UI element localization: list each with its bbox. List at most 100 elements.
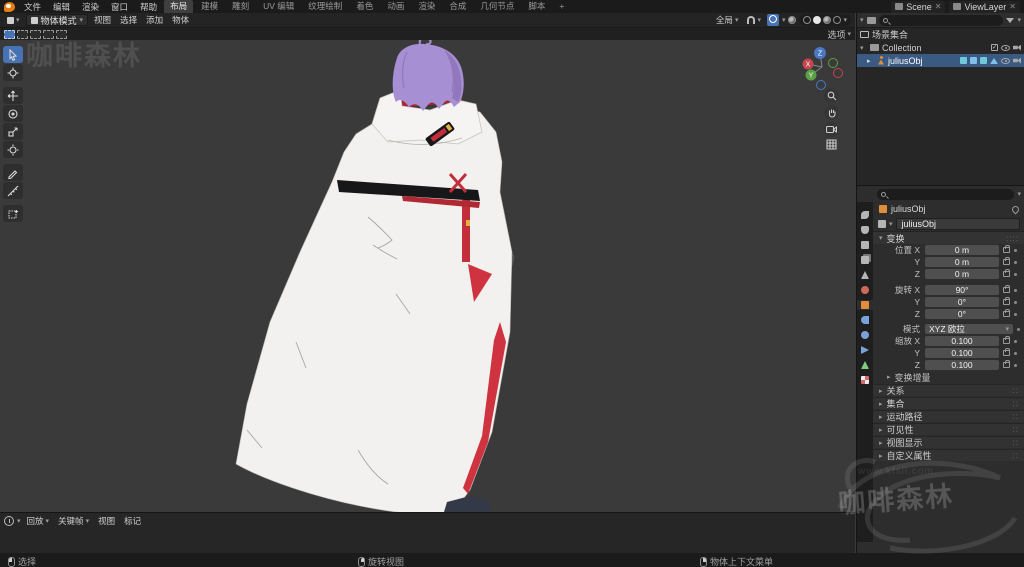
delta-transform-subpanel[interactable]: ▸ 变换增量 <box>873 371 1024 383</box>
collection-eye-icon[interactable] <box>1001 44 1010 51</box>
blender-logo-icon[interactable] <box>4 1 15 12</box>
tab-world-icon[interactable] <box>860 285 870 295</box>
menu-help[interactable]: 帮助 <box>135 1 162 13</box>
scene-unlink-icon[interactable]: ✕ <box>935 2 942 11</box>
lock-icon[interactable] <box>1003 348 1010 356</box>
section-motion-paths[interactable]: ▸ 运动路径:: <box>873 410 1024 422</box>
transform-panel-header[interactable]: ▾ 变换:::: <box>873 231 1024 244</box>
select-mode-extend-icon[interactable] <box>17 29 28 39</box>
section-visibility[interactable]: ▸ 可见性:: <box>873 423 1024 435</box>
tool-scale[interactable] <box>3 123 23 140</box>
animate-dot[interactable] <box>1014 300 1017 304</box>
object-name-field[interactable]: juliusObj <box>895 217 1020 230</box>
animate-dot[interactable] <box>1014 312 1017 316</box>
properties-options-dropdown[interactable]: ▾ <box>1017 190 1021 198</box>
menu-file[interactable]: 文件 <box>19 1 46 13</box>
viewlayer-unlink-icon[interactable]: ✕ <box>1009 2 1016 11</box>
select-mode-invert-icon[interactable] <box>43 29 54 39</box>
timeline-editor-icon[interactable] <box>4 516 14 526</box>
select-mode-new-icon[interactable] <box>4 29 15 39</box>
menu-keying[interactable]: 关键帧 ▾ <box>55 515 92 527</box>
workspace-tab-uv-editing[interactable]: UV 编辑 <box>257 0 300 13</box>
options-dropdown[interactable]: 选项 ▾ <box>827 28 851 41</box>
xray-toggle-icon[interactable] <box>788 16 797 24</box>
viewlayer-selector[interactable]: ViewLayer ✕ <box>949 0 1020 13</box>
orthographic-grid-button[interactable] <box>824 137 839 152</box>
scale-z-field[interactable]: 0.100 <box>925 360 999 370</box>
scale-y-field[interactable]: 0.100 <box>925 348 999 358</box>
transform-orientation-dropdown[interactable]: 全局 ▾ <box>713 14 742 26</box>
select-mode-subtract-icon[interactable] <box>30 29 41 39</box>
shading-dropdown[interactable]: ▾ <box>843 16 847 24</box>
select-mode-intersect-icon[interactable] <box>56 29 67 39</box>
rotation-mode-dropdown[interactable]: XYZ 欧拉 ▾ <box>925 324 1013 334</box>
collection-display-icon[interactable] <box>866 16 876 24</box>
collection-expand-caret[interactable]: ▾ <box>860 44 867 52</box>
tab-output-icon[interactable] <box>860 240 870 250</box>
snap-magnet-icon[interactable]: ▾ <box>744 16 764 24</box>
section-collections[interactable]: ▸ 集合:: <box>873 397 1024 409</box>
scene-selector[interactable]: Scene ✕ <box>891 0 946 13</box>
object-expand-caret[interactable]: ▸ <box>867 57 874 65</box>
lock-icon[interactable] <box>1003 297 1010 305</box>
animate-dot[interactable] <box>1014 260 1017 264</box>
add-workspace-button[interactable]: + <box>553 0 570 13</box>
tab-modifiers-icon[interactable] <box>860 315 870 325</box>
menu-object[interactable]: 物体 <box>169 14 192 26</box>
tab-constraints-icon[interactable] <box>860 345 870 355</box>
proportional-dropdown[interactable]: ▾ <box>782 16 786 24</box>
lock-icon[interactable] <box>1003 360 1010 368</box>
menu-edit[interactable]: 编辑 <box>48 1 75 13</box>
pin-icon[interactable] <box>1010 204 1021 214</box>
lock-icon[interactable] <box>1003 309 1010 317</box>
shading-rendered-icon[interactable] <box>833 16 842 24</box>
tool-add-cube[interactable] <box>3 205 23 222</box>
workspace-tab-rendering[interactable]: 渲染 <box>412 0 441 13</box>
menu-window[interactable]: 窗口 <box>106 1 133 13</box>
rotation-y-field[interactable]: 0° <box>925 297 999 307</box>
object-camera-icon[interactable] <box>1013 57 1021 64</box>
lock-icon[interactable] <box>1003 245 1010 253</box>
character-model[interactable] <box>0 40 855 512</box>
tab-object-icon[interactable] <box>857 300 873 310</box>
menu-add[interactable]: 添加 <box>143 14 166 26</box>
location-y-field[interactable]: 0 m <box>925 257 999 267</box>
workspace-tab-shading[interactable]: 着色 <box>350 0 379 13</box>
tab-view-layer-icon[interactable] <box>860 255 870 265</box>
workspace-tab-sculpting[interactable]: 雕刻 <box>226 0 255 13</box>
tab-object-data-icon[interactable] <box>860 360 870 370</box>
camera-view-button[interactable] <box>824 122 839 137</box>
workspace-tab-modeling[interactable]: 建模 <box>195 0 224 13</box>
rotation-z-field[interactable]: 0° <box>925 309 999 319</box>
tab-physics-icon[interactable] <box>860 330 870 340</box>
tool-select-box[interactable] <box>3 46 23 63</box>
workspace-tab-layout[interactable]: 布局 <box>164 0 194 13</box>
lock-icon[interactable] <box>1003 336 1010 344</box>
proportional-editing-toggle[interactable] <box>766 14 779 26</box>
menu-render[interactable]: 渲染 <box>77 1 104 13</box>
menu-timeline-view[interactable]: 视图 <box>95 515 118 527</box>
workspace-tab-geometry-nodes[interactable]: 几何节点 <box>474 0 520 13</box>
lock-icon[interactable] <box>1003 285 1010 293</box>
animate-dot[interactable] <box>1014 272 1017 276</box>
outliner-row-julius-obj[interactable]: ▸ juliusObj <box>857 54 1024 67</box>
location-z-field[interactable]: 0 m <box>925 269 999 279</box>
tool-annotate[interactable] <box>3 164 23 181</box>
tool-rotate[interactable] <box>3 105 23 122</box>
object-eye-icon[interactable] <box>1001 57 1010 64</box>
filter-funnel-icon[interactable] <box>1006 17 1015 23</box>
tool-cursor[interactable] <box>3 64 23 81</box>
tab-render-icon[interactable] <box>860 225 870 235</box>
lock-icon[interactable] <box>1003 269 1010 277</box>
outliner-row-collection[interactable]: ▾ Collection ✓ <box>857 41 1024 54</box>
workspace-tab-animation[interactable]: 动画 <box>381 0 410 13</box>
location-x-field[interactable]: 0 m <box>925 245 999 255</box>
display-mode-dropdown[interactable]: ▾ <box>860 16 864 24</box>
viewport-3d[interactable]: 咖啡森林 kfsll.com <box>0 40 855 512</box>
outliner-search-input[interactable] <box>878 14 1004 26</box>
animate-dot[interactable] <box>1014 288 1017 292</box>
rotation-x-field[interactable]: 90° <box>925 285 999 295</box>
zoom-button[interactable] <box>824 88 839 103</box>
tool-measure[interactable] <box>3 182 23 199</box>
section-viewport-display[interactable]: ▸ 视图显示:: <box>873 436 1024 448</box>
